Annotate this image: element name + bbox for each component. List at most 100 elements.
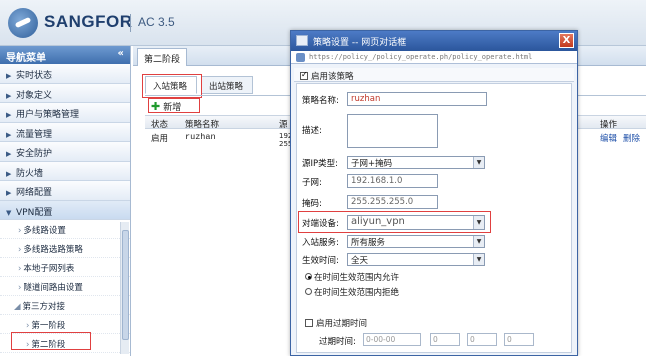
sub-item-label: 隧道间路由设置 — [23, 283, 83, 293]
sidebar-item-network[interactable]: ▶ 网络配置 — [0, 181, 130, 201]
expiry-minute-input[interactable]: 0 — [467, 333, 497, 346]
sidebar-title: 导航菜单 — [6, 53, 46, 64]
dialog-url-bar: https://policy_/policy_operate.ph/policy… — [291, 51, 577, 64]
source-ip-type-value: 子网+掩码 — [351, 159, 393, 169]
enable-policy-label: 启用该策略 — [311, 72, 354, 82]
delete-link[interactable]: 删除 — [623, 132, 640, 144]
header-divider — [130, 14, 131, 32]
deny-radio-row[interactable]: 在时间生效范围内拒绝 — [305, 286, 399, 298]
sidebar-item-multiline-routing[interactable]: › 多线路选路策略 — [0, 239, 130, 258]
policy-name-label: 策略名称: — [302, 96, 339, 106]
expiry-hour-input[interactable]: 0 — [430, 333, 460, 346]
description-textarea[interactable] — [347, 114, 438, 148]
inbound-service-select[interactable]: 所有服务 ▼ — [347, 235, 485, 248]
sidebar-item-traffic[interactable]: ▶ 流量管理 — [0, 122, 130, 142]
allow-radio[interactable] — [305, 273, 312, 280]
navigation-sidebar: 导航菜单 « ▶ 实时状态 ▶ 对象定义 ▶ 用户与策略管理 ▶ 流量管理 ▶ 安全防护 … — [0, 46, 131, 356]
sidebar-item-multiline[interactable]: › 多线路设置 — [0, 220, 130, 239]
sidebar-header: 导航菜单 « — [0, 46, 130, 64]
source-ip-type-label: 源IP类型: — [302, 159, 338, 169]
expand-arrow-icon: ▶ — [6, 91, 12, 100]
bullet-icon: › — [18, 226, 22, 236]
edit-link[interactable]: 编辑 — [600, 132, 617, 144]
sidebar-item-tunnel-routing[interactable]: › 隧道间路由设置 — [0, 277, 130, 296]
sub-item-label: 多线路选路策略 — [23, 245, 83, 255]
effective-time-label: 生效时间: — [302, 256, 339, 266]
bullet-icon: › — [18, 245, 22, 255]
close-button[interactable]: X — [559, 33, 574, 48]
policy-name-input[interactable]: ruzhan — [347, 92, 487, 106]
row-status: 启用 — [151, 134, 169, 144]
sub-item-label: 本地子网列表 — [23, 264, 75, 274]
bullet-icon: › — [18, 264, 22, 274]
sub-item-label: 第一阶段 — [31, 321, 66, 331]
expiry-second-input[interactable]: 0 — [504, 333, 534, 346]
collapse-arrow-icon: ▼ — [6, 208, 12, 217]
sidebar-item-local-subnets[interactable]: › 本地子网列表 — [0, 258, 130, 277]
page-icon — [296, 53, 305, 62]
sidebar-item-object-definition[interactable]: ▶ 对象定义 — [0, 83, 130, 103]
sidebar-item-third-party[interactable]: ◢ 第三方对接 — [0, 296, 130, 315]
chevron-down-icon: ▼ — [473, 157, 484, 168]
mask-input[interactable]: 255.255.255.0 — [347, 195, 438, 209]
highlight-box — [148, 98, 200, 113]
deny-radio-label: 在时间生效范围内拒绝 — [314, 288, 400, 298]
mask-label: 掩码: — [302, 199, 322, 209]
tab-outbound-policy[interactable]: 出站策略 — [201, 76, 253, 94]
col-actions: 操作 — [600, 120, 618, 130]
sidebar-item-firewall[interactable]: ▶ 防火墙 — [0, 161, 130, 181]
tab-phase-two[interactable]: 第二阶段 — [137, 48, 188, 66]
enable-expiry-checkbox[interactable] — [305, 318, 313, 327]
sidebar-item-label: 用户与策略管理 — [16, 110, 80, 120]
sidebar-item-label: 安全防护 — [16, 149, 53, 159]
sidebar-item-user-policy[interactable]: ▶ 用户与策略管理 — [0, 103, 130, 123]
subnet-input[interactable]: 192.168.1.0 — [347, 174, 438, 188]
expand-arrow-icon: ▶ — [6, 72, 12, 80]
expiry-date-input[interactable]: 0-00-00 — [363, 333, 421, 346]
chevron-down-icon: ▼ — [473, 236, 484, 247]
sub-item-label: 第三方对接 — [22, 302, 66, 312]
col-policy-name: 策略名称 — [185, 120, 220, 130]
allow-radio-row[interactable]: 在时间生效范围内允许 — [305, 271, 399, 283]
deny-radio[interactable] — [305, 288, 312, 295]
sidebar-scrollbar[interactable] — [120, 222, 129, 354]
window-icon — [296, 35, 308, 46]
dialog-form: 策略名称: ruzhan 描述: 源IP类型: 子网+掩码 ▼ 子网: 192.… — [296, 83, 572, 353]
inbound-service-value: 所有服务 — [351, 238, 386, 248]
col-status: 状态 — [151, 120, 169, 130]
expand-arrow-icon: ▶ — [6, 130, 12, 139]
sub-item-label: 多线路设置 — [23, 226, 66, 236]
expand-arrow-icon: ▶ — [6, 189, 12, 197]
row-policy-name: ruzhan — [185, 132, 216, 142]
expand-arrow-icon: ▶ — [6, 169, 12, 178]
highlight-box — [298, 211, 491, 233]
effective-time-select[interactable]: 全天 ▼ — [347, 253, 485, 266]
chevron-down-icon: ▼ — [473, 254, 484, 265]
policy-settings-dialog: 策略设置 -- 网页对话框 X https://policy_/policy_o… — [290, 30, 578, 356]
inbound-service-label: 入站服务: — [302, 238, 339, 248]
enable-expiry-label: 启用过期时间 — [316, 319, 368, 329]
dialog-url: https://policy_/policy_operate.ph/policy… — [309, 53, 533, 61]
col-source: 源 — [279, 120, 288, 130]
sidebar-item-label: 对象定义 — [16, 90, 53, 101]
enable-policy-checkbox[interactable] — [300, 70, 308, 80]
bullet-icon: › — [26, 321, 30, 331]
scrollbar-thumb[interactable] — [122, 230, 129, 340]
sidebar-item-label: VPN配置 — [16, 207, 53, 218]
sidebar-item-vpn[interactable]: ▼ VPN配置 — [0, 200, 130, 220]
expand-arrow-icon: ▶ — [6, 150, 12, 158]
expand-arrow-icon: ▶ — [6, 111, 12, 119]
source-ip-type-select[interactable]: 子网+掩码 ▼ — [347, 156, 485, 169]
expiry-toggle-row[interactable]: 启用过期时间 — [305, 317, 367, 329]
subnet-label: 子网: — [302, 178, 322, 188]
collapse-arrow-icon: ◢ — [14, 302, 21, 312]
brand-name: SANGFOR — [44, 12, 133, 31]
effective-time-value: 全天 — [351, 256, 369, 266]
collapse-sidebar-icon[interactable]: « — [118, 48, 124, 59]
sidebar-item-security[interactable]: ▶ 安全防护 — [0, 142, 130, 162]
sidebar-item-label: 网络配置 — [16, 188, 53, 198]
sidebar-item-realtime-status[interactable]: ▶ 实时状态 — [0, 64, 130, 84]
enable-policy-row: 启用该策略 — [294, 68, 574, 82]
dialog-titlebar[interactable]: 策略设置 -- 网页对话框 X — [291, 31, 577, 51]
dialog-title: 策略设置 -- 网页对话框 — [313, 38, 407, 48]
